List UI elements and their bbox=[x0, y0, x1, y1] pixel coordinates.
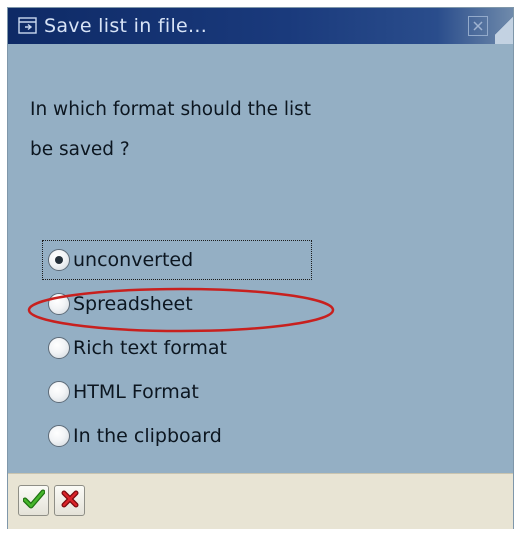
cancel-button[interactable] bbox=[54, 485, 85, 516]
radio-option-spreadsheet[interactable]: Spreadsheet bbox=[46, 286, 316, 322]
radio-button-spreadsheet[interactable] bbox=[48, 293, 70, 315]
radio-label-clipboard: In the clipboard bbox=[73, 425, 222, 447]
close-icon[interactable] bbox=[468, 16, 488, 36]
radio-label-unconverted: unconverted bbox=[73, 249, 194, 271]
title-bar: Save list in file... bbox=[8, 8, 513, 44]
question-line-1: In which format should the list bbox=[30, 99, 312, 120]
radio-option-rich-text-format[interactable]: Rich text format bbox=[46, 330, 316, 366]
radio-label-html-format: HTML Format bbox=[73, 381, 199, 403]
dialog-footer-toolbar bbox=[8, 473, 513, 529]
save-list-dialog: Save list in file... In which format sho… bbox=[8, 8, 513, 529]
radio-button-clipboard[interactable] bbox=[48, 425, 70, 447]
confirm-button[interactable] bbox=[18, 485, 49, 516]
dialog-title: Save list in file... bbox=[44, 15, 208, 37]
radio-button-rich-text-format[interactable] bbox=[48, 337, 70, 359]
question-line-2: be saved ? bbox=[30, 139, 130, 160]
radio-option-html-format[interactable]: HTML Format bbox=[46, 374, 316, 410]
checkmark-icon bbox=[22, 489, 45, 513]
radio-option-clipboard[interactable]: In the clipboard bbox=[46, 418, 316, 454]
dialog-window-icon bbox=[17, 15, 39, 37]
format-question: In which format should the list be saved… bbox=[30, 90, 450, 170]
radio-label-rich-text-format: Rich text format bbox=[73, 337, 227, 359]
cancel-x-icon bbox=[60, 489, 80, 513]
radio-button-html-format[interactable] bbox=[48, 381, 70, 403]
radio-label-spreadsheet: Spreadsheet bbox=[73, 293, 193, 315]
title-bar-corner bbox=[495, 8, 513, 44]
radio-option-unconverted[interactable]: unconverted bbox=[46, 242, 316, 278]
radio-button-unconverted[interactable] bbox=[48, 249, 70, 271]
